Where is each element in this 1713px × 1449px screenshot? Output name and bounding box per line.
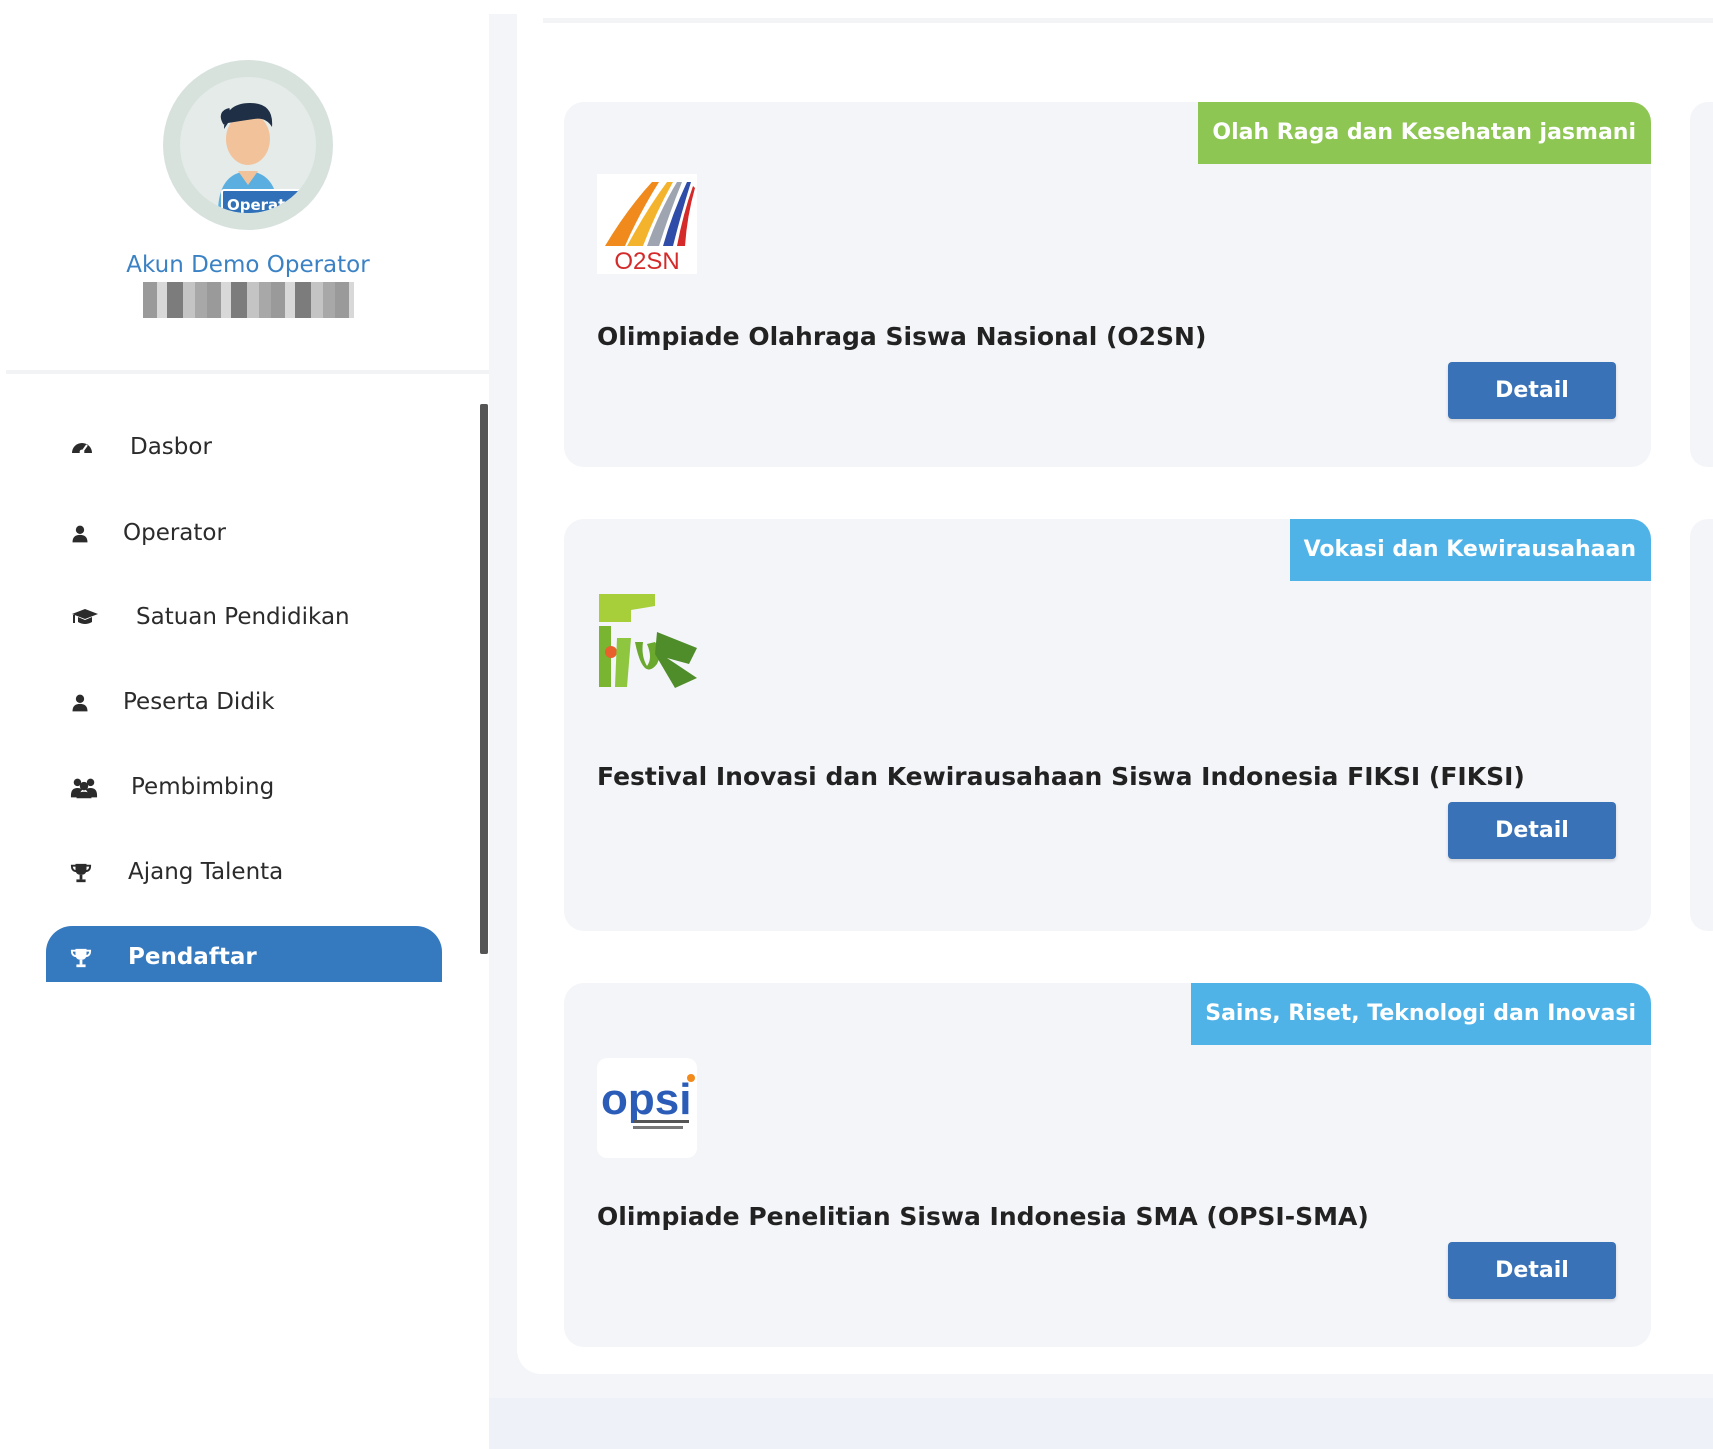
- opsi-logo-text: opsi: [601, 1075, 691, 1124]
- competition-card: Vokasi dan Kewirausahaan Festival Inovas…: [564, 519, 1651, 931]
- sidebar-item-label: Operator: [123, 520, 226, 546]
- role-badge: Operator: [221, 189, 309, 213]
- detail-button[interactable]: Detail: [1448, 802, 1616, 859]
- sidebar-item-pendaftar[interactable]: Pendaftar: [46, 926, 442, 982]
- fiksi-logo-icon: [599, 594, 697, 688]
- competition-card: Sains, Riset, Teknologi dan Inovasi opsi…: [564, 983, 1651, 1347]
- sidebar-item-ajang-talenta[interactable]: Ajang Talenta: [46, 845, 442, 901]
- category-badge: Sains, Riset, Teknologi dan Inovasi: [1191, 983, 1651, 1045]
- sidebar-item-peserta-didik[interactable]: Peserta Didik: [46, 675, 442, 731]
- user-icon: [72, 694, 88, 712]
- sidebar: Operator Akun Demo Operator Dasbor Opera…: [0, 0, 489, 1449]
- competition-card: Olah Raga dan Kesehatan jasmani O2SN Oli…: [564, 102, 1651, 467]
- card-title: Festival Inovasi dan Kewirausahaan Siswa…: [597, 762, 1525, 791]
- trophy-icon: [70, 948, 92, 968]
- sidebar-item-label: Ajang Talenta: [128, 859, 284, 885]
- dashboard-icon: [72, 443, 92, 455]
- card-title: Olimpiade Olahraga Siswa Nasional (O2SN): [597, 322, 1207, 351]
- user-icon: [72, 525, 88, 543]
- sidebar-item-label: Pembimbing: [131, 774, 275, 800]
- opsi-logo-icon: opsi: [597, 1058, 697, 1158]
- sidebar-item-label: Dasbor: [130, 434, 212, 460]
- o2sn-logo-text: O2SN: [614, 248, 679, 274]
- users-icon: [70, 778, 98, 799]
- redacted-user-id: [143, 282, 354, 318]
- avatar: Operator: [163, 60, 333, 230]
- sidebar-item-satuan-pendidikan[interactable]: Satuan Pendidikan: [46, 590, 442, 646]
- profile-panel: Operator Akun Demo Operator: [0, 0, 489, 374]
- graduation-cap-icon: [72, 609, 98, 624]
- category-badge: Olah Raga dan Kesehatan jasmani: [1198, 102, 1651, 164]
- card-peek: [1690, 102, 1713, 467]
- sidebar-item-pembimbing[interactable]: Pembimbing: [46, 760, 442, 816]
- sidebar-item-label: Pendaftar: [128, 944, 257, 970]
- detail-button[interactable]: Detail: [1448, 362, 1616, 419]
- divider: [6, 370, 489, 374]
- sidebar-item-operator[interactable]: Operator: [46, 506, 442, 562]
- card-title: Olimpiade Penelitian Siswa Indonesia SMA…: [597, 1202, 1369, 1231]
- sidebar-item-label: Satuan Pendidikan: [136, 604, 350, 630]
- sidebar-item-dasbor[interactable]: Dasbor: [46, 420, 442, 476]
- scrollbar-thumb[interactable]: [480, 404, 488, 954]
- avatar-illustration: Operator: [180, 77, 316, 213]
- profile-name[interactable]: Akun Demo Operator: [0, 252, 496, 278]
- sidebar-item-label: Peserta Didik: [123, 689, 275, 715]
- sidebar-scrollbar[interactable]: [480, 404, 488, 954]
- o2sn-logo-icon: O2SN: [597, 174, 697, 274]
- card-peek: [1690, 519, 1713, 931]
- header-divider: [543, 18, 1713, 23]
- detail-button[interactable]: Detail: [1448, 1242, 1616, 1299]
- footer-band: [489, 1398, 1713, 1449]
- app-root: Operator Akun Demo Operator Dasbor Opera…: [0, 0, 1713, 1449]
- trophy-icon: [70, 863, 92, 883]
- category-badge: Vokasi dan Kewirausahaan: [1289, 519, 1651, 581]
